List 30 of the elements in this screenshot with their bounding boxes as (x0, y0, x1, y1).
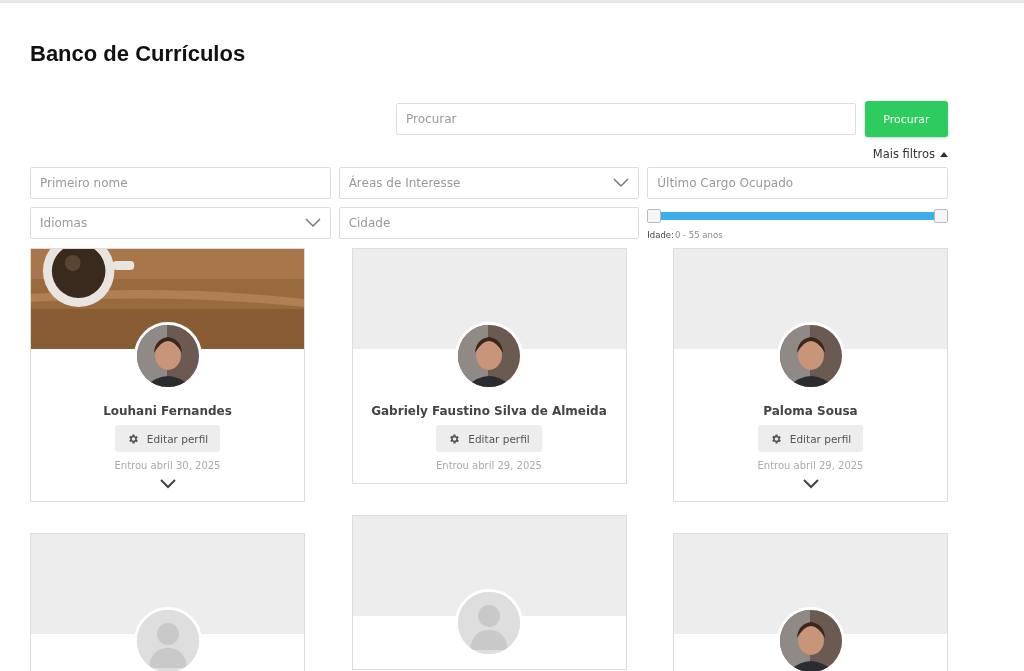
join-date: Entrou abril 29, 2025 (757, 460, 864, 471)
text-field[interactable]: Último Cargo Ocupado (647, 167, 948, 199)
text-field[interactable]: Cidade (338, 207, 640, 239)
page-title: Banco de Currículos (30, 41, 247, 67)
caret-icon (304, 218, 321, 228)
range-reading: 0 - 55 anos (674, 230, 723, 240)
join-date: Entrou abril 29, 2025 (436, 460, 542, 471)
candidate-name: Louhani Fernandes (103, 404, 232, 418)
gear-icon (126, 432, 139, 445)
edit-profile-button[interactable]: Editar perfil (436, 425, 542, 452)
more-filters-button[interactable]: Mais filtros (872, 147, 948, 161)
caret-icon (613, 178, 630, 188)
search-field[interactable]: Procurar (396, 103, 856, 135)
candidate-name: Paloma Sousa (763, 404, 858, 418)
gear-icon (448, 432, 461, 445)
avatar-placeholder-icon (458, 592, 520, 654)
slider-handle[interactable] (934, 209, 948, 223)
text-field[interactable]: Primeiro nome (30, 167, 331, 199)
chevron-down-icon[interactable] (802, 479, 819, 489)
range-slider[interactable] (647, 209, 948, 223)
candidate-name: Gabriely Faustino Silva de Almeida (371, 404, 607, 418)
avatar-placeholder-icon (136, 610, 199, 671)
edit-profile-button[interactable]: Editar perfil (114, 425, 221, 452)
caret-icon (940, 151, 948, 157)
join-date: Entrou abril 30, 2025 (114, 460, 221, 471)
chevron-down-icon[interactable] (159, 479, 176, 489)
edit-profile-button[interactable]: Editar perfil (757, 425, 864, 452)
range-label: Idade: (647, 230, 674, 240)
gear-icon (769, 432, 782, 445)
slider-handle[interactable] (647, 209, 662, 223)
